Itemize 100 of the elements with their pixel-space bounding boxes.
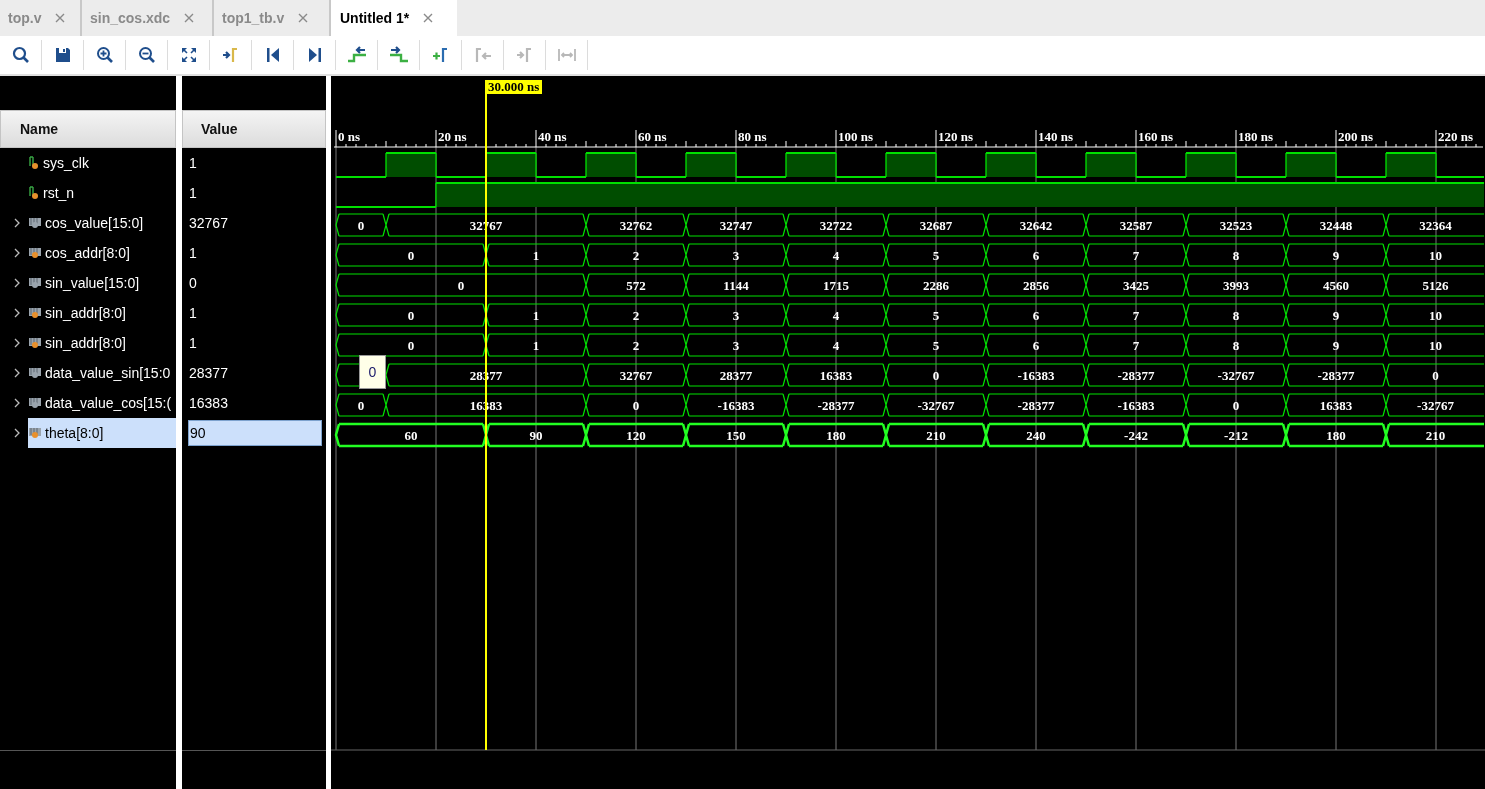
bus-value: -32767 <box>1417 398 1454 413</box>
chevron-icon[interactable] <box>12 428 22 438</box>
bus-value: -28377 <box>817 398 855 413</box>
bus-value: 2856 <box>1023 278 1049 293</box>
bus-value: 1144 <box>723 278 749 293</box>
signal-name[interactable]: rst_n <box>28 178 79 208</box>
bus-value: 10 <box>1429 248 1442 263</box>
bus-value: 4 <box>832 338 840 353</box>
bus-signal-icon <box>28 217 42 229</box>
bus-value: 0 <box>407 248 415 263</box>
time-label: 40 ns <box>538 129 567 144</box>
bus-value: 5126 <box>1422 278 1449 293</box>
bus-value: 5 <box>932 338 940 353</box>
bus-value: 0 <box>632 398 640 413</box>
close-icon[interactable] <box>423 13 434 23</box>
bus-signal-icon <box>28 337 42 349</box>
plus-bracket-icon <box>431 46 450 64</box>
signal-name[interactable]: data_value_sin[15:0 <box>28 358 175 388</box>
bus-value: 32364 <box>1419 218 1452 233</box>
bus-value: 10 <box>1429 338 1442 353</box>
zoom-out-icon <box>137 46 156 64</box>
chevron-icon[interactable] <box>12 308 22 318</box>
bus-value: 210 <box>1425 428 1446 443</box>
signal-value: 16383 <box>188 394 229 413</box>
editor-tab[interactable]: Untitled 1* <box>331 0 457 36</box>
close-icon[interactable] <box>298 13 309 23</box>
bus-value: 16383 <box>819 368 853 383</box>
step-arrow-icon <box>346 46 367 64</box>
signal-name[interactable]: theta[8:0] <box>28 418 176 448</box>
bus-signal-icon <box>28 307 42 319</box>
bus-value: 0 <box>932 368 940 383</box>
bus-value: 0 <box>357 218 365 233</box>
bus-signal-icon <box>28 367 42 379</box>
bus-value: 150 <box>726 428 746 443</box>
bus-value: -16383 <box>717 398 755 413</box>
chevron-icon[interactable] <box>12 368 22 378</box>
bus-value: -32767 <box>1217 368 1255 383</box>
bus-value: 4 <box>832 248 840 263</box>
bus-value: 32448 <box>1319 218 1353 233</box>
bus-value: 572 <box>626 278 646 293</box>
column-header[interactable]: Name <box>0 110 176 148</box>
chevron-icon[interactable] <box>12 218 22 228</box>
chevron-icon[interactable] <box>12 338 22 348</box>
bus-value: 4560 <box>1323 278 1349 293</box>
bus-value: 0 <box>407 338 415 353</box>
zoom-in-icon <box>95 46 114 64</box>
bus-value: 8 <box>1232 248 1240 263</box>
bus-value: 180 <box>826 428 846 443</box>
bus-value: -32767 <box>917 398 955 413</box>
chevron-icon[interactable] <box>12 278 22 288</box>
time-label: 80 ns <box>738 129 767 144</box>
bus-value: 7 <box>1132 308 1140 323</box>
bus-value: 7 <box>1132 338 1140 353</box>
time-label: 160 ns <box>1138 129 1174 144</box>
bus-value: 180 <box>1326 428 1346 443</box>
bus-value: 10 <box>1429 308 1442 323</box>
signal-name[interactable]: data_value_cos[15:( <box>28 388 176 418</box>
bus-value: 6 <box>1032 248 1040 263</box>
signal-value: 1 <box>188 244 198 263</box>
bus-value: -212 <box>1224 428 1248 443</box>
bus-value: -28377 <box>1117 368 1155 383</box>
bus-value: 32767 <box>619 368 653 383</box>
signal-value: 0 <box>188 274 198 293</box>
time-label: 0 ns <box>338 129 361 144</box>
bus-value: 1 <box>532 308 540 323</box>
search-icon <box>11 46 30 64</box>
bus-value: 32762 <box>619 218 653 233</box>
signal-value: 1 <box>188 154 198 173</box>
time-label: 60 ns <box>638 129 667 144</box>
signal-name[interactable]: cos_value[15:0] <box>28 208 148 238</box>
bus-value: 32747 <box>719 218 753 233</box>
bus-value: -28377 <box>1017 398 1055 413</box>
bus-value: 3425 <box>1123 278 1149 293</box>
bus-value: 5 <box>932 308 940 323</box>
bus-value: 0 <box>457 278 465 293</box>
bus-value: 16383 <box>1319 398 1353 413</box>
signal-name[interactable]: sin_value[15:0] <box>28 268 144 298</box>
signal-value: 90 <box>188 420 322 446</box>
bus-value: -16383 <box>1017 368 1055 383</box>
chevron-icon[interactable] <box>12 398 22 408</box>
signal-name[interactable]: cos_addr[8:0] <box>28 238 134 268</box>
close-icon[interactable] <box>55 13 66 23</box>
bus-value: -28377 <box>1317 368 1355 383</box>
arrow-bracket-icon <box>221 46 240 64</box>
close-icon[interactable] <box>184 13 195 23</box>
bus-value: 32642 <box>1019 218 1053 233</box>
bracket-span-icon <box>556 46 577 64</box>
bus-value: 6 <box>1032 308 1040 323</box>
bus-value: 120 <box>626 428 646 443</box>
bus-value: 32687 <box>919 218 953 233</box>
column-header[interactable]: Value <box>182 110 326 148</box>
signal-name[interactable]: sin_addr[8:0] <box>28 298 130 328</box>
bus-signal-icon <box>28 427 42 439</box>
signal-name[interactable]: sin_addr[8:0] <box>28 328 130 358</box>
signal-name[interactable]: sys_clk <box>28 148 93 178</box>
chevron-icon[interactable] <box>12 248 22 258</box>
time-label: 120 ns <box>938 129 974 144</box>
cursor-time: 30.000 ns <box>485 80 543 94</box>
bus-value: 3993 <box>1223 278 1249 293</box>
signal-value: 1 <box>188 334 198 353</box>
